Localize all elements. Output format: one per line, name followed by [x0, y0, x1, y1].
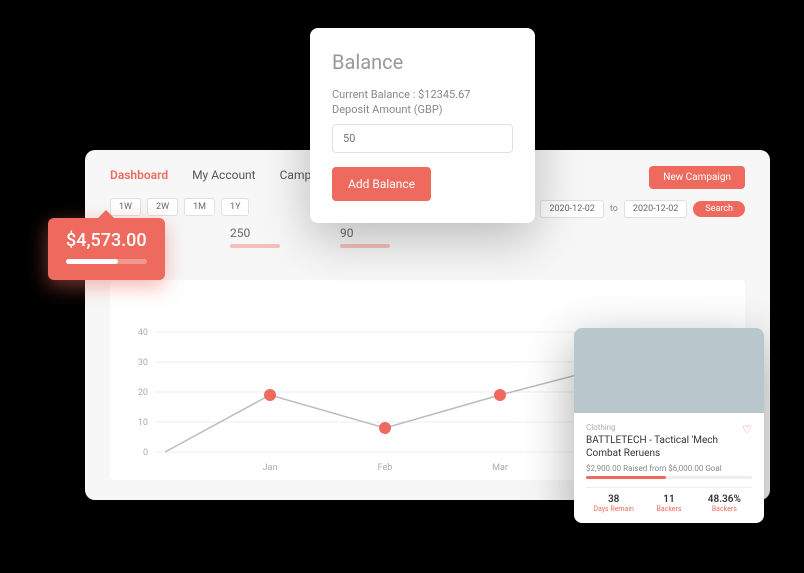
meta-days-label: Days Remain: [586, 505, 641, 513]
campaign-image: [574, 328, 764, 413]
meta-days: 38 Days Remain: [586, 494, 641, 513]
range-1y[interactable]: 1Y: [221, 198, 249, 216]
stat-bar-1: [230, 244, 280, 248]
chart-dot-jan: [264, 389, 276, 401]
range-1w[interactable]: 1W: [110, 198, 141, 216]
add-balance-button[interactable]: Add Balance: [332, 167, 431, 201]
meta-pct-label: Backers: [697, 505, 752, 513]
campaign-meta-row: 38 Days Remain 11 Backers 48.36% Backers: [586, 487, 752, 513]
meta-backers-num: 11: [641, 494, 696, 505]
meta-backers-label: Backers: [641, 505, 696, 513]
chart-dot-mar: [494, 389, 506, 401]
tab-dashboard[interactable]: Dashboard: [110, 168, 168, 182]
new-campaign-button[interactable]: New Campaign: [649, 166, 745, 189]
y-tick-0: 0: [143, 448, 148, 458]
heart-icon[interactable]: ♡: [742, 423, 752, 436]
stat-value-1: 250: [230, 226, 280, 240]
y-tick-10: 10: [138, 418, 148, 428]
campaign-raised: $2,900.00 Raised from $6,000.00 Goal: [586, 464, 752, 473]
balance-bar-fill: [66, 259, 118, 264]
campaign-card[interactable]: ♡ Clothing BATTLETECH - Tactical 'Mech C…: [574, 328, 764, 523]
date-from[interactable]: 2020-12-02: [540, 200, 603, 218]
campaign-category: Clothing: [586, 423, 752, 432]
stats-row: 250 90: [230, 226, 745, 248]
deposit-input[interactable]: [332, 124, 513, 153]
campaign-progress-track: [586, 476, 752, 479]
x-tick-mar: Mar: [492, 463, 508, 473]
balance-bar-track: [66, 259, 147, 264]
tab-my-account[interactable]: My Account: [192, 168, 256, 182]
chart-dot-feb: [379, 422, 391, 434]
stat-block-2: 90: [340, 226, 390, 248]
search-button[interactable]: Search: [693, 201, 745, 217]
meta-pct-num: 48.36%: [697, 494, 752, 505]
y-tick-30: 30: [138, 358, 148, 368]
tab-campaigns[interactable]: Camp: [280, 168, 312, 182]
stat-block-1: 250: [230, 226, 280, 248]
balance-badge: $4,573.00: [48, 218, 165, 280]
meta-backers: 11 Backers: [641, 494, 696, 513]
meta-pct: 48.36% Backers: [697, 494, 752, 513]
date-to-label: to: [610, 204, 618, 214]
y-tick-40: 40: [138, 328, 148, 338]
y-tick-20: 20: [138, 388, 148, 398]
current-balance: Current Balance : $12345.67: [332, 88, 513, 101]
campaign-progress-fill: [586, 476, 666, 479]
balance-card: Balance Current Balance : $12345.67 Depo…: [310, 28, 535, 223]
x-tick-feb: Feb: [378, 463, 393, 473]
x-tick-jan: Jan: [263, 463, 278, 473]
date-to[interactable]: 2020-12-02: [624, 200, 687, 218]
date-filter-row: 2020-12-02 to 2020-12-02 Search: [540, 200, 745, 218]
deposit-label: Deposit Amount (GBP): [332, 103, 513, 116]
stat-bar-2: [340, 244, 390, 248]
meta-days-num: 38: [586, 494, 641, 505]
balance-amount: $4,573.00: [66, 230, 147, 251]
range-2w[interactable]: 2W: [147, 198, 178, 216]
range-1m[interactable]: 1M: [184, 198, 215, 216]
campaign-title: BATTLETECH - Tactical 'Mech Combat Rerue…: [586, 434, 752, 460]
balance-title: Balance: [332, 50, 513, 74]
stat-value-2: 90: [340, 226, 390, 240]
